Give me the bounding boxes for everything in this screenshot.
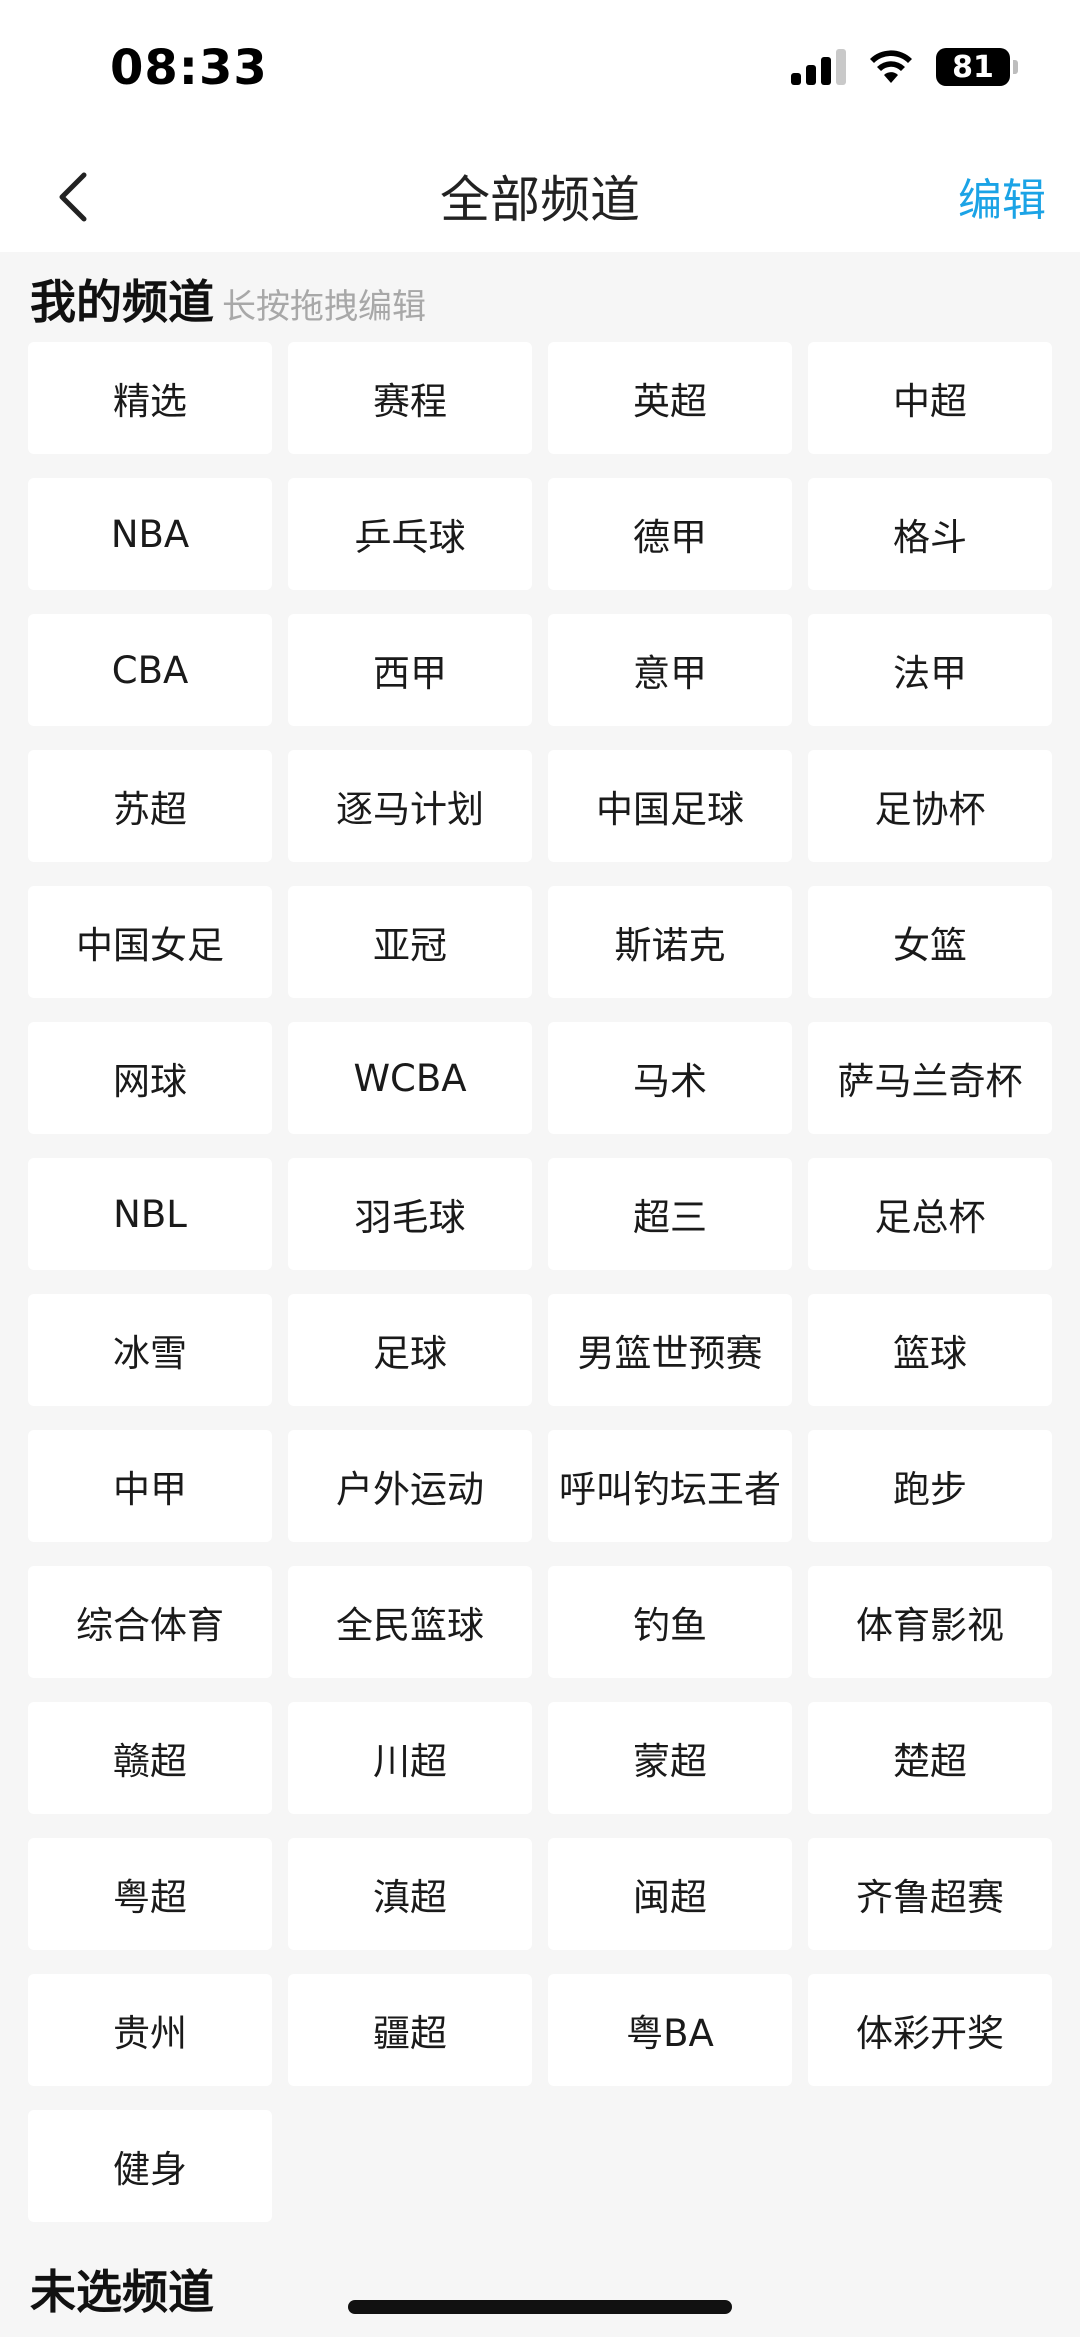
my-channels-grid: 精选 赛程 英超 中超 NBA 乒乓球 德甲 格斗 CBA 西甲 意甲 法甲苏超 逐马计划 中国足球 足协杯… [28,342,1052,2222]
channel-chip[interactable]: 呼叫钓坛王者 [548,1430,792,1542]
channel-chip[interactable]: 中甲 [28,1430,272,1542]
channel-chip[interactable]: 滇超 [288,1838,532,1950]
channel-chip[interactable]: 意甲 [548,614,792,726]
channel-chip[interactable]: 贵州 [28,1974,272,2086]
channel-chip[interactable]: 健身 [28,2110,272,2222]
channel-chip[interactable]: 网球 [28,1022,272,1134]
channel-chip[interactable]: 篮球 [808,1294,1052,1406]
my-channels-header: 我的频道 长按拖拽编辑 [30,266,426,332]
channel-chip[interactable]: 体育影视 [808,1566,1052,1678]
chevron-left-icon [59,172,87,222]
unselected-channels-title: 未选频道 [30,2265,214,2319]
channel-chip[interactable]: 羽毛球 [288,1158,532,1270]
channel-chip[interactable]: 马术 [548,1022,792,1134]
channel-chip[interactable]: 赣超 [28,1702,272,1814]
channel-chip[interactable]: 户外运动 [288,1430,532,1542]
channel-chip[interactable]: CBA [28,614,272,726]
channel-chip[interactable]: 闽超 [548,1838,792,1950]
channel-chip[interactable]: 西甲 [288,614,532,726]
channel-chip[interactable]: 苏超 [28,750,272,862]
channel-chip[interactable]: 粤超 [28,1838,272,1950]
channel-chip[interactable]: 超三 [548,1158,792,1270]
channel-chip[interactable]: 足球 [288,1294,532,1406]
channel-chip[interactable]: 赛程 [288,342,532,454]
status-icons: 81 [791,48,1018,86]
channel-chip[interactable]: 蒙超 [548,1702,792,1814]
channel-chip[interactable]: 冰雪 [28,1294,272,1406]
channel-chip[interactable]: 疆超 [288,1974,532,2086]
channel-chip[interactable]: 中超 [808,342,1052,454]
page-title: 全部频道 [440,171,640,229]
channel-chip[interactable]: 中国足球 [548,750,792,862]
channel-chip[interactable]: 中国女足 [28,886,272,998]
nav-bar: 全部频道 编辑 [0,140,1080,252]
channel-chip[interactable]: 楚超 [808,1702,1052,1814]
channel-chip[interactable]: 乒乓球 [288,478,532,590]
my-channels-hint: 长按拖拽编辑 [222,287,426,327]
back-button[interactable] [38,162,108,232]
channel-chip[interactable]: 足总杯 [808,1158,1052,1270]
channel-chip[interactable]: 亚冠 [288,886,532,998]
channel-chip[interactable]: 男篮世预赛 [548,1294,792,1406]
unselected-channels-header: 未选频道 [30,2256,214,2322]
channel-chip[interactable]: 英超 [548,342,792,454]
channel-chip[interactable]: 钓鱼 [548,1566,792,1678]
channel-chip[interactable]: 粤BA [548,1974,792,2086]
channel-chip[interactable]: 齐鲁超赛 [808,1838,1052,1950]
channel-chip[interactable]: 足协杯 [808,750,1052,862]
battery-icon: 81 [936,48,1018,86]
status-bar: 08:33 81 [0,0,1080,140]
edit-button[interactable]: 编辑 [958,164,1046,228]
channel-chip[interactable]: 德甲 [548,478,792,590]
channel-chip[interactable]: 体彩开奖 [808,1974,1052,2086]
channel-chip[interactable]: 精选 [28,342,272,454]
channel-chip[interactable]: 逐马计划 [288,750,532,862]
channel-chip[interactable]: 格斗 [808,478,1052,590]
channel-chip[interactable]: 斯诺克 [548,886,792,998]
channel-chip[interactable]: WCBA [288,1022,532,1134]
cellular-signal-icon [791,49,846,85]
my-channels-title: 我的频道 [30,275,214,329]
channel-chip[interactable]: 川超 [288,1702,532,1814]
channel-chip[interactable]: 全民篮球 [288,1566,532,1678]
channel-chip[interactable]: NBL [28,1158,272,1270]
channel-chip[interactable]: 法甲 [808,614,1052,726]
wifi-icon [870,50,912,83]
channel-chip[interactable]: 萨马兰奇杯 [808,1022,1052,1134]
channel-chip[interactable]: 综合体育 [28,1566,272,1678]
home-indicator [348,2300,732,2314]
channel-chip[interactable]: 跑步 [808,1430,1052,1542]
status-time: 08:33 [110,40,268,96]
channel-chip[interactable]: 女篮 [808,886,1052,998]
battery-level: 81 [952,49,994,85]
channel-chip[interactable]: NBA [28,478,272,590]
